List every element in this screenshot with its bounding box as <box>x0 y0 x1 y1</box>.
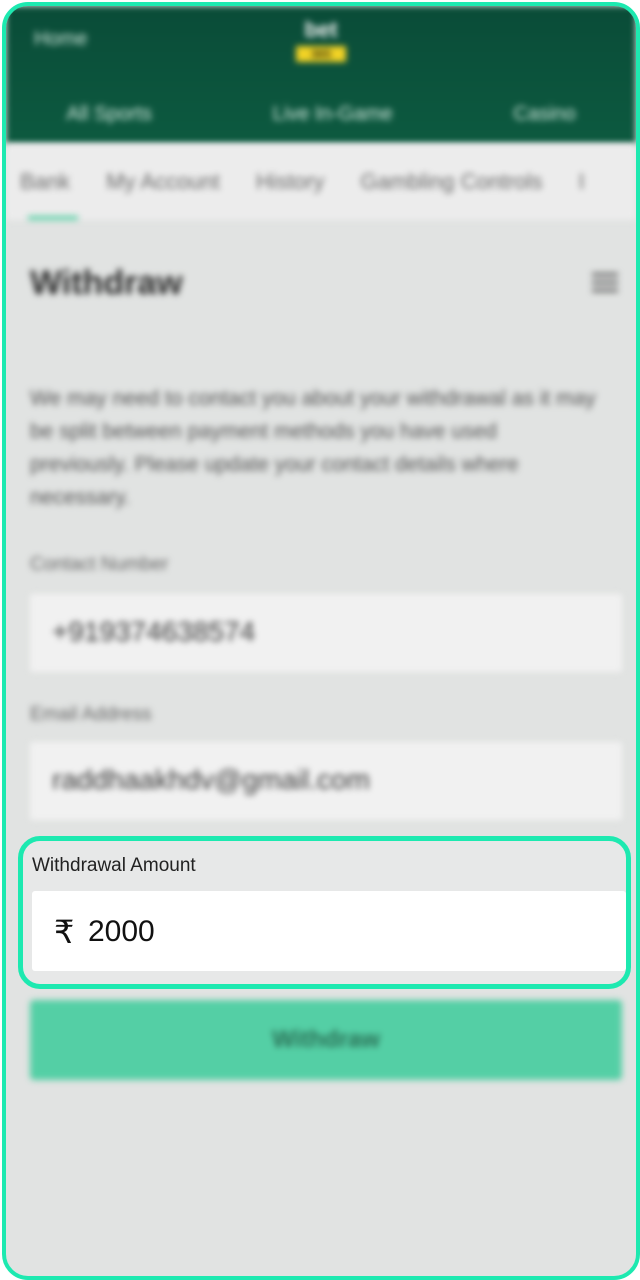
contact-number-field[interactable]: +919374638574 <box>30 594 622 672</box>
active-tab-indicator <box>28 216 78 220</box>
account-tabs: Bank My Account History Gambling Control… <box>6 144 636 220</box>
tab-more[interactable]: I <box>579 169 585 195</box>
withdrawal-amount-highlight: Withdrawal Amount ₹ 2000 <box>18 836 631 989</box>
rupee-icon: ₹ <box>54 914 75 950</box>
phone-frame: Home bet 365 All Sports Live In-Game Cas… <box>2 2 640 1280</box>
info-text: We may need to contact you about your wi… <box>30 387 596 509</box>
nav-casino[interactable]: Casino <box>513 103 575 126</box>
home-link[interactable]: Home <box>34 28 87 51</box>
main-nav: All Sports Live In-Game Casino <box>6 94 636 134</box>
withdrawal-amount-value: 2000 <box>88 915 155 948</box>
logo-text-bottom: 365 <box>296 46 346 62</box>
contact-number-value: +919374638574 <box>52 616 256 647</box>
email-address-value: raddhaakhdv@gmail.com <box>52 764 370 795</box>
tab-history[interactable]: History <box>256 169 324 195</box>
logo-text-top: bet <box>304 17 338 42</box>
tab-bank[interactable]: Bank <box>20 169 70 195</box>
contact-number-label: Contact Number <box>30 554 169 575</box>
withdrawal-amount-label: Withdrawal Amount <box>32 855 196 876</box>
nav-live-in-game[interactable]: Live In-Game <box>273 103 393 126</box>
email-address-field[interactable]: raddhaakhdv@gmail.com <box>30 742 622 820</box>
brand-logo[interactable]: bet 365 <box>293 16 349 64</box>
menu-icon[interactable] <box>592 268 622 302</box>
top-bar: Home bet 365 All Sports Live In-Game Cas… <box>6 6 636 144</box>
email-address-label: Email Address <box>30 704 152 725</box>
withdraw-button[interactable]: Withdraw <box>30 1000 622 1080</box>
tab-gambling-controls[interactable]: Gambling Controls <box>360 169 542 195</box>
page-title: Withdraw <box>30 264 183 302</box>
tab-my-account[interactable]: My Account <box>106 169 220 195</box>
nav-all-sports[interactable]: All Sports <box>66 103 152 126</box>
withdrawal-amount-input[interactable]: ₹ 2000 <box>32 891 626 971</box>
